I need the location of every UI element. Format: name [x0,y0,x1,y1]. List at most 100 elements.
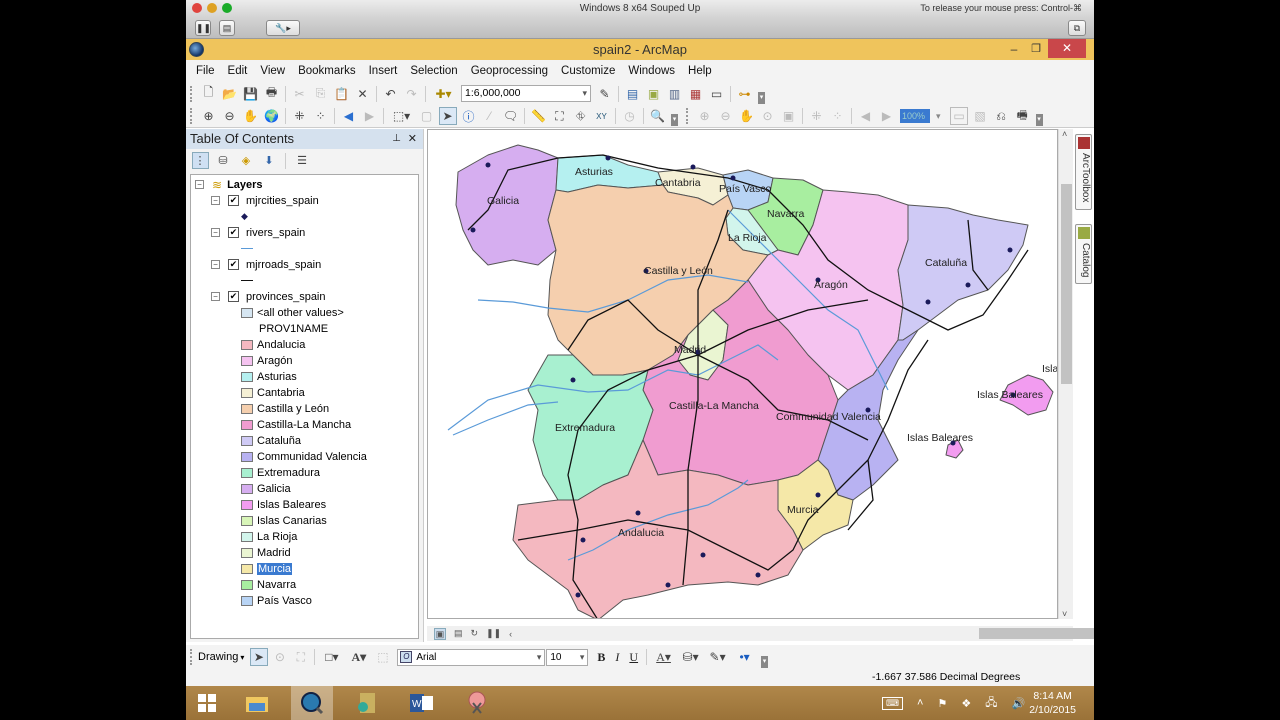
legend-swatch[interactable] [241,451,253,462]
legend-class-item[interactable]: Cataluña [241,433,301,448]
legend-swatch[interactable] [241,435,253,446]
legend-class-item[interactable]: Navarra [241,577,296,592]
toggle-draft-mode-icon[interactable]: ▭ [950,107,969,125]
legend-swatch[interactable] [241,515,253,526]
toc-window-icon[interactable]: ▤ [624,85,642,103]
layer-item[interactable]: − ✔ mjrroads_spain [211,257,321,272]
html-popup-icon[interactable]: 🗨 [502,107,520,125]
river-line-symbol[interactable] [241,241,253,256]
zoom-out-icon[interactable]: ⊖ [221,107,239,125]
back-arrow-icon[interactable]: ◀ [340,107,358,125]
legend-class-item[interactable]: Castilla y León [241,401,329,416]
legend-class-item[interactable]: País Vasco [241,593,312,608]
identify-icon[interactable]: ⓘ [460,107,478,125]
touch-keyboard-icon[interactable]: ⌨ [882,696,903,710]
legend-class-item[interactable]: Galicia [241,481,291,496]
mac-zoom-button[interactable] [222,3,232,13]
layer-item[interactable]: − ✔ rivers_spain [211,225,305,240]
layout-forward-icon[interactable]: ▶ [878,107,896,125]
chevron-down-icon[interactable]: ▾ [537,650,542,665]
scroll-left-icon[interactable]: ‹ [509,629,512,639]
menu-windows[interactable]: Windows [628,65,675,77]
taskbar-arccatalog[interactable] [346,686,388,720]
legend-swatch[interactable] [241,499,253,510]
toolbar-options-icon[interactable]: ▾ [761,656,769,668]
legend-swatch[interactable] [241,483,253,494]
taskbar-snipping-tool[interactable] [456,686,498,720]
catalog-window-icon[interactable]: ▣ [645,85,663,103]
menu-file[interactable]: File [196,65,215,77]
toolbar-grip[interactable] [190,108,194,124]
font-size-select[interactable]: 10 ▾ [546,648,589,666]
menu-geoprocessing[interactable]: Geoprocessing [471,65,548,77]
legend-swatch[interactable] [241,547,253,558]
layer-item[interactable]: − ✔ provinces_spain [211,289,326,304]
fixed-zoom-out-icon[interactable]: ⁘ [312,107,330,125]
vm-fullscreen-button[interactable]: ⧉ [1068,20,1086,36]
legend-swatch[interactable] [241,403,253,414]
legend-class-item[interactable]: Andalucia [241,337,305,352]
clear-selection-icon[interactable]: ▢ [418,107,436,125]
fill-color-icon[interactable]: ⛁▾ [679,648,703,666]
menu-customize[interactable]: Customize [561,65,615,77]
layer-visibility-checkbox[interactable]: ✔ [228,227,239,238]
editor-toolbar-icon[interactable]: ✎ [596,85,614,103]
pause-drawing-icon[interactable]: ❚❚ [486,628,501,639]
fixed-zoom-out-layout-icon[interactable]: ⁘ [829,107,847,125]
fixed-zoom-in-icon[interactable]: ⁜ [291,107,309,125]
vm-tools-button[interactable]: 🔧▸ [266,20,300,36]
legend-swatch[interactable] [241,595,253,606]
vm-settings-button[interactable]: ▤ [219,20,235,36]
restore-button[interactable]: ❐ [1028,39,1044,59]
zoom-in-icon[interactable]: ⊕ [200,107,218,125]
chevron-down-icon[interactable]: ▾ [582,86,587,101]
text-tool-icon[interactable]: A▾ [347,648,371,666]
list-by-drawing-order-icon[interactable]: ⋮ [191,152,209,169]
legend-class-item[interactable]: Madrid [241,545,291,560]
collapse-icon[interactable]: − [211,260,220,269]
undo-icon[interactable]: ↶ [382,85,400,103]
legend-swatch[interactable] [241,419,253,430]
legend-swatch[interactable] [241,339,253,350]
fixed-zoom-in-layout-icon[interactable]: ⁜ [808,107,826,125]
toolbar-grip[interactable] [190,85,194,102]
modelbuilder-icon[interactable]: ⊶ [736,85,754,103]
legend-class-item[interactable]: Aragón [241,353,292,368]
legend-swatch[interactable] [241,467,253,478]
legend-class-item[interactable]: La Rioja [241,529,297,544]
taskbar-word[interactable]: W [401,686,443,720]
print-icon[interactable]: 🖶 [263,85,281,103]
data-view-button[interactable]: ▣ [434,627,446,640]
collapse-icon[interactable]: − [211,228,220,237]
change-layout-icon[interactable]: ⎌ [992,107,1010,125]
pan-hand-icon[interactable]: ✋ [242,107,260,125]
road-line-symbol[interactable] [241,273,253,288]
scroll-up-icon[interactable]: ˄ [1062,129,1067,139]
pause-vm-button[interactable]: ❚❚ [195,20,211,36]
scroll-down-icon[interactable]: ˅ [1062,609,1067,619]
legend-class-item[interactable]: Islas Canarias [241,513,327,528]
arctoolbox-window-icon[interactable]: ▦ [687,85,705,103]
close-icon[interactable]: ✕ [408,129,417,149]
map-view[interactable]: Galicia Asturias Cantabria País Vasco Na… [427,129,1058,619]
action-center-flag-icon[interactable]: ⚑ [937,697,947,710]
scroll-thumb[interactable] [1061,184,1072,384]
legend-swatch[interactable] [241,371,253,382]
menu-bookmarks[interactable]: Bookmarks [298,65,356,77]
mac-close-button[interactable] [192,3,202,13]
viewer-window-icon[interactable]: 🔍 [649,107,667,125]
taskbar-arcmap[interactable] [291,686,333,720]
edit-vertices-icon[interactable]: ⬚ [374,648,392,666]
menu-selection[interactable]: Selection [410,65,457,77]
go-to-xy-icon[interactable]: XY [593,107,611,125]
italic-button[interactable]: I [615,650,619,665]
spain-map-canvas[interactable] [428,130,1058,619]
collapse-icon[interactable]: − [211,196,220,205]
layer-item[interactable]: − ✔ mjrcities_spain [211,193,319,208]
minimize-button[interactable]: – [1006,39,1022,59]
find-binoculars-icon[interactable]: ⛶ [551,107,569,125]
map-scale-combo[interactable]: 1:6,000,000 ▾ [461,85,591,102]
focus-data-frame-icon[interactable]: ▧ [971,107,989,125]
menu-help[interactable]: Help [688,65,712,77]
layers-root[interactable]: − ≋ Layers [195,177,263,192]
